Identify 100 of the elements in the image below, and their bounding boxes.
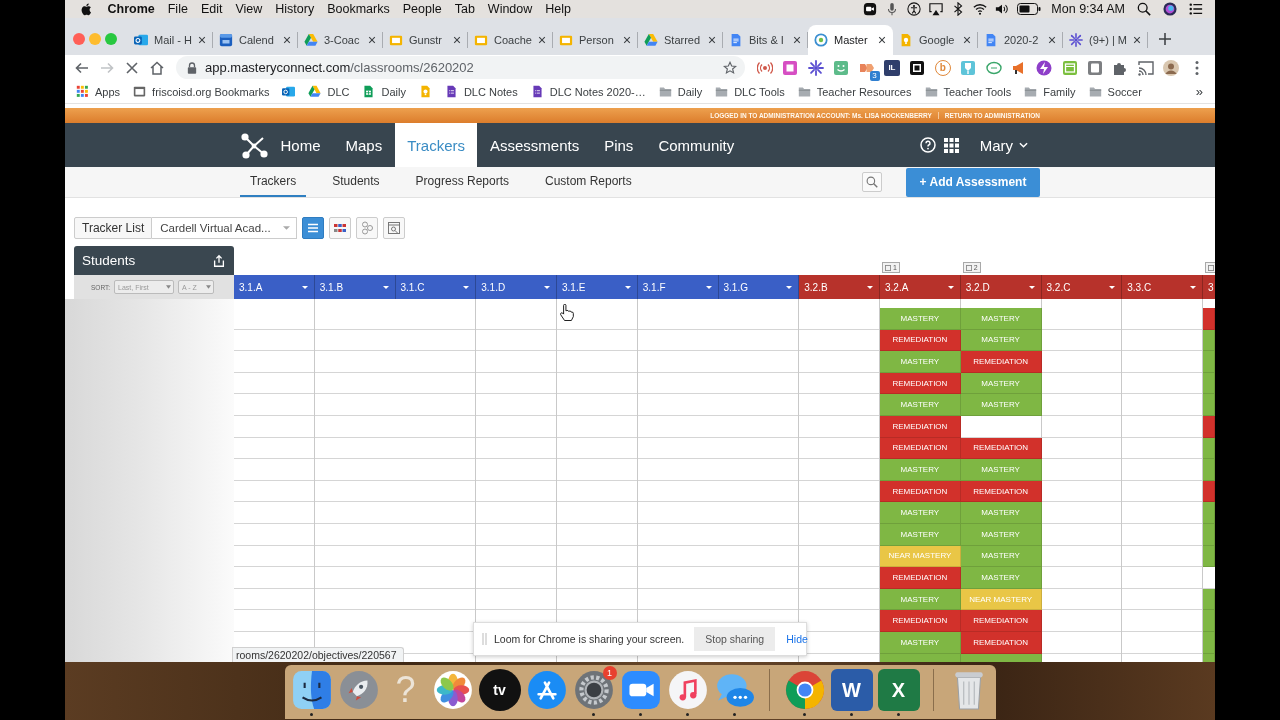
pin-tile-icon[interactable] [960, 59, 977, 76]
tracker-dropdown[interactable]: Cardell Virtual Acad... [152, 216, 298, 239]
video-camera-icon[interactable] [619, 669, 662, 711]
bookmark-item[interactable]: Family [1024, 85, 1076, 98]
menu-item[interactable]: People [396, 2, 449, 16]
bookmark-item[interactable]: Teacher Resources [797, 85, 912, 98]
note-tile-icon[interactable] [1087, 59, 1104, 76]
column-header[interactable]: 3.1.A [234, 275, 315, 299]
volume-icon[interactable] [995, 2, 1010, 16]
battery-icon[interactable] [1017, 3, 1042, 15]
tv-circle-icon[interactable]: tv [478, 669, 521, 711]
menu-item[interactable]: Bookmarks [320, 2, 397, 16]
close-icon[interactable] [1133, 36, 1141, 44]
stop-sharing-button[interactable]: Stop sharing [694, 627, 776, 651]
sub-nav-tab[interactable]: Progress Reports [405, 167, 519, 197]
cast-icon[interactable] [1137, 59, 1154, 76]
address-bar[interactable]: app.masteryconnect.com/classrooms/2620202 [176, 56, 745, 79]
search-icon[interactable] [1137, 2, 1151, 16]
close-icon[interactable] [453, 36, 461, 44]
column-header[interactable]: 3.2.B [799, 275, 880, 299]
lightning-circle-icon[interactable] [1036, 59, 1053, 76]
apps-grid-icon[interactable] [943, 137, 959, 153]
rocket-icon[interactable] [337, 669, 380, 711]
bookmark-item[interactable]: Daily [362, 85, 406, 98]
close-icon[interactable] [283, 36, 291, 44]
column-header[interactable]: 3.2.A [880, 275, 961, 299]
menu-item[interactable]: Window [481, 2, 539, 16]
column-header[interactable]: 3.3.C [1122, 275, 1203, 299]
airplay-icon[interactable] [929, 2, 944, 16]
column-header[interactable]: 3.2.D [960, 275, 1042, 299]
sub-nav-tab[interactable]: Students [322, 167, 390, 197]
tracker-list-button[interactable]: Tracker List [74, 216, 153, 239]
segmented-circle-icon[interactable] [783, 669, 826, 711]
app-menu[interactable]: Chrome [101, 2, 162, 16]
sub-nav-tab[interactable]: Trackers [240, 167, 307, 197]
column-header[interactable]: 3.1.B [314, 275, 396, 299]
spreadsheet-tile-icon[interactable]: X [877, 669, 920, 711]
close-icon[interactable] [1048, 36, 1056, 44]
drag-handle-icon[interactable] [482, 633, 487, 645]
more-bookmarks-button[interactable]: » [1195, 84, 1203, 99]
flower-icon[interactable] [431, 669, 474, 711]
view-button[interactable] [302, 216, 325, 239]
bookmark-item[interactable]: Teacher Tools [924, 85, 1012, 98]
starburst-icon[interactable] [807, 59, 824, 76]
nav-tab[interactable]: Pins [591, 123, 646, 167]
list-menu-icon[interactable] [1189, 2, 1203, 16]
face-tile-icon[interactable] [290, 669, 333, 711]
framed-square-icon[interactable] [909, 59, 926, 76]
a-strokes-icon[interactable] [525, 669, 568, 711]
nav-tab[interactable]: Community [645, 123, 747, 167]
column-header[interactable]: 3.1.C [395, 275, 477, 299]
close-icon[interactable] [963, 36, 971, 44]
column-header[interactable]: 3 [1203, 275, 1215, 299]
apple-logo-icon[interactable] [81, 2, 92, 16]
bookmark-item[interactable]: Apps [76, 85, 121, 98]
accessibility-icon[interactable] [907, 2, 922, 16]
close-icon[interactable] [538, 36, 546, 44]
nodes-logo-icon[interactable] [241, 131, 268, 159]
stop-icon[interactable] [124, 59, 140, 76]
mail-tile-icon[interactable] [282, 85, 296, 98]
gear-icon[interactable] [572, 669, 615, 711]
column-header[interactable]: 3.1.D [476, 275, 557, 299]
document-tile-icon[interactable]: W [830, 669, 873, 711]
profile-avatar-icon[interactable] [1163, 59, 1180, 76]
new-tab-icon[interactable] [1159, 33, 1171, 45]
close-icon[interactable] [623, 36, 631, 44]
nav-tab[interactable]: Maps [333, 123, 395, 167]
view-button[interactable] [329, 216, 352, 239]
browser-tab[interactable]: Master [808, 25, 893, 55]
oval-icon[interactable] [985, 59, 1002, 76]
lock-icon[interactable] [187, 61, 197, 74]
bookmark-item[interactable]: DLC Notes [444, 85, 518, 98]
signal-waves-icon[interactable] [757, 59, 773, 76]
orb-icon[interactable] [1163, 2, 1177, 16]
view-button[interactable] [383, 216, 406, 239]
nav-tab[interactable]: Trackers [394, 123, 478, 167]
search-button[interactable] [862, 172, 882, 192]
close-icon[interactable] [793, 36, 801, 44]
group-tag[interactable] [1205, 262, 1215, 273]
camera-tile-icon[interactable] [863, 2, 878, 16]
close-icon[interactable] [198, 36, 206, 44]
more-icon[interactable] [1194, 59, 1199, 76]
smiley-tile-icon[interactable] [833, 59, 850, 76]
bookmark-item[interactable]: friscoisd.org Bookmarks [133, 85, 270, 98]
bookmark-item[interactable]: DLC [308, 85, 350, 98]
hide-button[interactable]: Hide [782, 633, 812, 645]
home-icon[interactable] [149, 59, 165, 76]
letter-tile-icon[interactable]: IL [883, 59, 900, 76]
menu-item[interactable]: History [268, 2, 321, 16]
sub-nav-tab[interactable]: Custom Reports [535, 167, 642, 197]
wifi-icon[interactable] [973, 2, 988, 16]
nav-tab[interactable]: Assessments [477, 123, 592, 167]
music-note-icon[interactable] [666, 669, 709, 711]
nav-tab[interactable]: Home [268, 123, 333, 167]
export-icon[interactable] [212, 253, 226, 268]
star-icon[interactable] [723, 60, 737, 75]
menu-item[interactable]: File [161, 2, 195, 16]
help-icon[interactable] [919, 137, 936, 153]
column-header[interactable]: 3.1.E [557, 275, 638, 299]
bookmark-item[interactable]: DLC Tools [715, 85, 785, 98]
